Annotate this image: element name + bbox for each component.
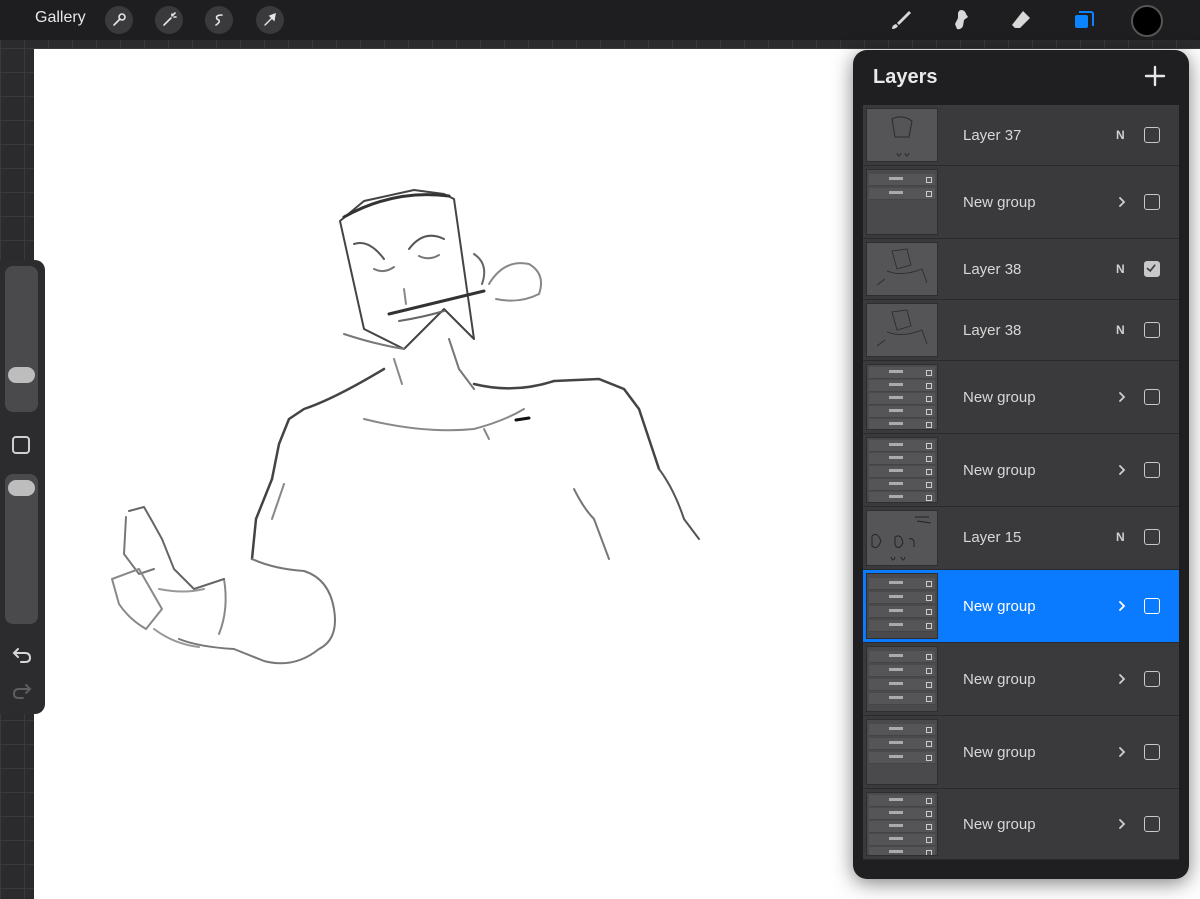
gallery-button[interactable]: Gallery: [35, 9, 86, 27]
layer-row[interactable]: Layer 15 N: [863, 507, 1179, 570]
layer-row[interactable]: New group: [863, 361, 1179, 434]
layer-name: New group: [963, 194, 1036, 211]
wrench-icon[interactable]: [105, 6, 133, 34]
layer-name: New group: [963, 816, 1036, 833]
chevron-right-icon[interactable]: [1117, 673, 1127, 685]
layer-visibility-checkbox[interactable]: [1144, 261, 1160, 277]
layer-thumbnail: [866, 108, 938, 162]
brush-icon[interactable]: [887, 6, 915, 34]
layer-name: Layer 15: [963, 529, 1022, 546]
layers-panel: Layers Layer 37 N New group Layer 38 N L…: [853, 50, 1189, 879]
layer-name: Layer 37: [963, 127, 1022, 144]
blend-mode-label[interactable]: N: [1116, 128, 1125, 142]
layer-thumbnail: [866, 646, 938, 712]
layer-thumbnail: [866, 510, 938, 566]
layer-visibility-checkbox[interactable]: [1144, 462, 1160, 478]
layer-thumbnail: [866, 437, 938, 503]
layer-row[interactable]: New group: [863, 716, 1179, 789]
layer-visibility-checkbox[interactable]: [1144, 389, 1160, 405]
layers-panel-title: Layers: [873, 66, 938, 88]
undo-icon[interactable]: [11, 644, 33, 666]
layer-visibility-checkbox[interactable]: [1144, 744, 1160, 760]
layer-name: New group: [963, 744, 1036, 761]
add-layer-button[interactable]: [1143, 64, 1167, 88]
brush-size-slider[interactable]: [5, 266, 38, 412]
layer-visibility-checkbox[interactable]: [1144, 816, 1160, 832]
check-icon: [1146, 264, 1156, 273]
layer-thumbnail: [866, 364, 938, 430]
blend-mode-label[interactable]: N: [1116, 530, 1125, 544]
brush-opacity-knob[interactable]: [8, 480, 35, 496]
redo-icon[interactable]: [11, 680, 33, 702]
layer-thumbnail: [866, 719, 938, 785]
layer-row[interactable]: Layer 38 N: [863, 239, 1179, 300]
chevron-right-icon[interactable]: [1117, 818, 1127, 830]
layer-thumbnail: [866, 303, 938, 357]
layer-row[interactable]: New group: [863, 789, 1179, 860]
layer-name: Layer 38: [963, 261, 1022, 278]
color-picker-swatch[interactable]: [1131, 5, 1163, 37]
layer-thumbnail: [866, 792, 938, 856]
layer-row[interactable]: New group: [863, 434, 1179, 507]
transform-arrow-icon[interactable]: [256, 6, 284, 34]
chevron-right-icon[interactable]: [1117, 196, 1127, 208]
layer-row[interactable]: Layer 37 N: [863, 105, 1179, 166]
layer-visibility-checkbox[interactable]: [1144, 194, 1160, 210]
layer-name: New group: [963, 389, 1036, 406]
magic-wand-icon[interactable]: [155, 6, 183, 34]
layer-name: Layer 38: [963, 322, 1022, 339]
layer-thumbnail: [866, 573, 938, 639]
eraser-icon[interactable]: [1007, 6, 1035, 34]
smudge-icon[interactable]: [947, 6, 975, 34]
left-sidebar: [0, 260, 45, 714]
layer-visibility-checkbox[interactable]: [1144, 322, 1160, 338]
layer-visibility-checkbox[interactable]: [1144, 671, 1160, 687]
layer-thumbnail: [866, 242, 938, 296]
blend-mode-label[interactable]: N: [1116, 323, 1125, 337]
blend-mode-label[interactable]: N: [1116, 262, 1125, 276]
layer-visibility-checkbox[interactable]: [1144, 529, 1160, 545]
layer-visibility-checkbox[interactable]: [1144, 598, 1160, 614]
brush-opacity-slider[interactable]: [5, 474, 38, 624]
layer-visibility-checkbox[interactable]: [1144, 127, 1160, 143]
layer-row-selected[interactable]: New group: [863, 570, 1179, 643]
modify-button[interactable]: [12, 436, 30, 454]
layer-thumbnail: [866, 169, 938, 235]
layers-icon[interactable]: [1070, 6, 1098, 34]
chevron-right-icon[interactable]: [1117, 391, 1127, 403]
layer-row[interactable]: Layer 38 N: [863, 300, 1179, 361]
chevron-right-icon[interactable]: [1117, 464, 1127, 476]
brush-size-knob[interactable]: [8, 367, 35, 383]
selection-icon[interactable]: [205, 6, 233, 34]
layer-name: New group: [963, 598, 1036, 615]
layer-row[interactable]: New group: [863, 643, 1179, 716]
layer-name: New group: [963, 671, 1036, 688]
layer-row[interactable]: New group: [863, 166, 1179, 239]
layer-name: New group: [963, 462, 1036, 479]
top-toolbar: Gallery: [0, 0, 1200, 40]
chevron-right-icon[interactable]: [1117, 746, 1127, 758]
chevron-right-icon[interactable]: [1117, 600, 1127, 612]
